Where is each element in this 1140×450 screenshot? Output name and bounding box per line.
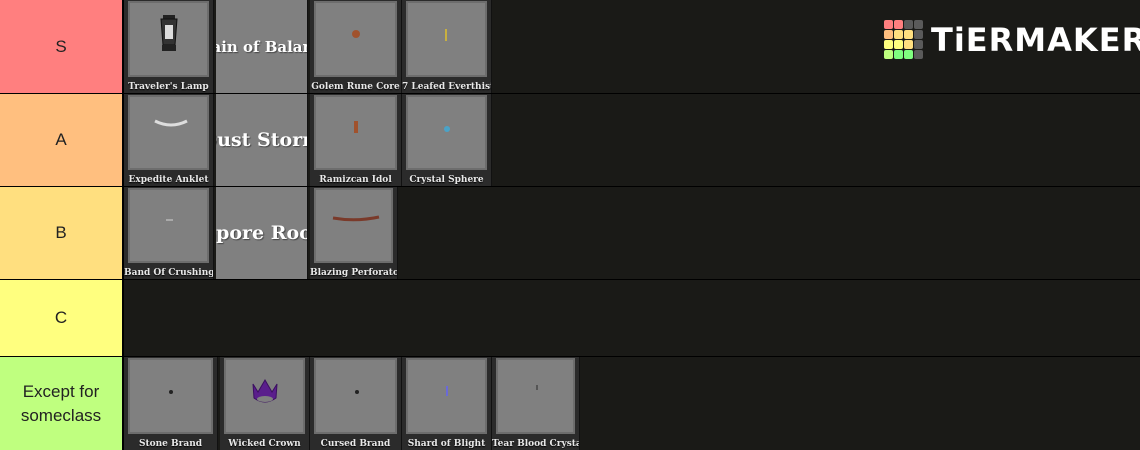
- logo-grid-cell: [894, 30, 903, 39]
- sphere-icon: [444, 126, 450, 132]
- lamp-icon: [160, 15, 178, 51]
- perforator-icon: [332, 215, 380, 222]
- tier-items-a: Expedite Anklet Dust Storm Ramizcan Idol: [124, 94, 1140, 186]
- cursed-brand-icon: [355, 390, 359, 394]
- tier-label-c[interactable]: C: [0, 280, 124, 356]
- stone-brand-icon: [169, 390, 173, 394]
- tier-item[interactable]: Dust Storm: [216, 94, 308, 186]
- item-thumbnail: [224, 358, 305, 434]
- logo-grid-cell: [884, 20, 893, 29]
- tier-item[interactable]: Crystal Sphere: [402, 94, 492, 186]
- logo-grid-cell: [894, 50, 903, 59]
- logo-grid-cell: [914, 30, 923, 39]
- item-thumbnail: [496, 358, 575, 434]
- crystal-icon: [536, 385, 538, 390]
- item-caption: Wicked Crown: [228, 439, 301, 449]
- logo-grid-cell: [904, 40, 913, 49]
- item-caption: Blazing Perforator: [310, 268, 397, 278]
- logo-grid-cell: [914, 20, 923, 29]
- tier-item[interactable]: 7 Leafed Everthistle: [402, 0, 492, 93]
- anklet-icon: [154, 119, 188, 127]
- item-caption: Golem Rune Core: [311, 82, 400, 92]
- tier-item[interactable]: Cursed Brand: [310, 357, 402, 450]
- item-text-card: Spore Root: [216, 187, 307, 279]
- item-caption: Shard of Blight: [407, 439, 486, 449]
- tier-item[interactable]: Golem Rune Core: [310, 0, 402, 93]
- tier-item[interactable]: Shard of Blight: [402, 357, 492, 450]
- item-caption: Cursed Brand: [320, 439, 391, 449]
- item-caption: Crystal Sphere: [409, 175, 484, 185]
- item-caption: Stone Brand: [138, 439, 203, 449]
- item-card-text: Spore Root: [216, 222, 307, 244]
- rune-core-icon: [352, 30, 360, 38]
- logo-grid-cell: [914, 50, 923, 59]
- idol-icon: [354, 121, 358, 133]
- tier-row-a: A Expedite Anklet Dust Storm: [0, 94, 1140, 186]
- logo-grid-cell: [894, 40, 903, 49]
- tier-row-b: B Band Of Crushing Force Spore Root: [0, 187, 1140, 279]
- item-thumbnail: [314, 358, 397, 434]
- item-caption: Band Of Crushing Force: [124, 268, 213, 278]
- tiermaker-logo[interactable]: TiERMAKER: [884, 20, 1140, 59]
- item-text-card: Dust Storm: [216, 94, 307, 186]
- logo-grid-icon: [884, 20, 923, 59]
- thistle-icon: [445, 29, 447, 41]
- tier-items-b: Band Of Crushing Force Spore Root Blazin…: [124, 187, 1140, 279]
- item-caption: Traveler's Lamp: [128, 82, 209, 92]
- item-caption: 7 Leafed Everthistle: [402, 82, 491, 92]
- band-icon: [166, 219, 173, 221]
- item-thumbnail: [314, 188, 393, 263]
- tier-items-c: [124, 280, 1140, 356]
- logo-grid-cell: [884, 50, 893, 59]
- tier-label-a[interactable]: A: [0, 94, 124, 186]
- logo-grid-cell: [914, 40, 923, 49]
- tier-item[interactable]: Stone Brand: [124, 357, 218, 450]
- tier-item[interactable]: Wicked Crown: [220, 357, 310, 450]
- item-thumbnail: [128, 95, 209, 170]
- tier-item[interactable]: Band Of Crushing Force: [124, 187, 214, 279]
- crown-icon: [252, 379, 278, 403]
- logo-grid-cell: [904, 50, 913, 59]
- logo-text: TiERMAKER: [931, 20, 1140, 59]
- tier-row-c: C: [0, 280, 1140, 356]
- item-thumbnail: [128, 358, 213, 434]
- tier-items-except: Stone Brand Wicked Crown Cursed Brand Sh…: [124, 357, 1140, 450]
- tier-label-s[interactable]: S: [0, 0, 124, 93]
- item-caption: Ramizcan Idol: [319, 175, 392, 185]
- item-thumbnail: [406, 358, 487, 434]
- item-thumbnail: [406, 1, 487, 77]
- tier-row-except: Except for someclass Stone Brand Wicked: [0, 357, 1140, 450]
- item-thumbnail: [314, 1, 397, 77]
- logo-grid-cell: [884, 40, 893, 49]
- item-thumbnail: [128, 188, 209, 263]
- logo-grid-cell: [904, 30, 913, 39]
- logo-grid-cell: [904, 20, 913, 29]
- tier-list-board: S Traveler's Lamp Brain of Balance: [0, 0, 1140, 450]
- item-text-card: Brain of Balance: [216, 0, 307, 93]
- tier-item[interactable]: Brain of Balance: [216, 0, 308, 93]
- tier-item[interactable]: Ramizcan Idol: [310, 94, 402, 186]
- item-thumbnail: [406, 95, 487, 170]
- tier-item[interactable]: Expedite Anklet: [124, 94, 214, 186]
- logo-grid-cell: [894, 20, 903, 29]
- item-thumbnail: [128, 1, 209, 77]
- item-caption: Expedite Anklet: [128, 175, 209, 185]
- item-card-text: Brain of Balance: [216, 37, 307, 56]
- shard-icon: [446, 386, 448, 396]
- tier-item[interactable]: Blazing Perforator: [310, 187, 398, 279]
- logo-grid-cell: [884, 30, 893, 39]
- item-card-text: Dust Storm: [216, 129, 307, 151]
- item-thumbnail: [314, 95, 397, 170]
- tier-label-b[interactable]: B: [0, 187, 124, 279]
- tier-item[interactable]: Spore Root: [216, 187, 308, 279]
- item-caption: Tear Blood Crystal: [492, 439, 579, 449]
- tier-label-except[interactable]: Except for someclass: [0, 357, 124, 450]
- tier-item[interactable]: Traveler's Lamp: [124, 0, 214, 93]
- tier-item[interactable]: Tear Blood Crystal: [492, 357, 580, 450]
